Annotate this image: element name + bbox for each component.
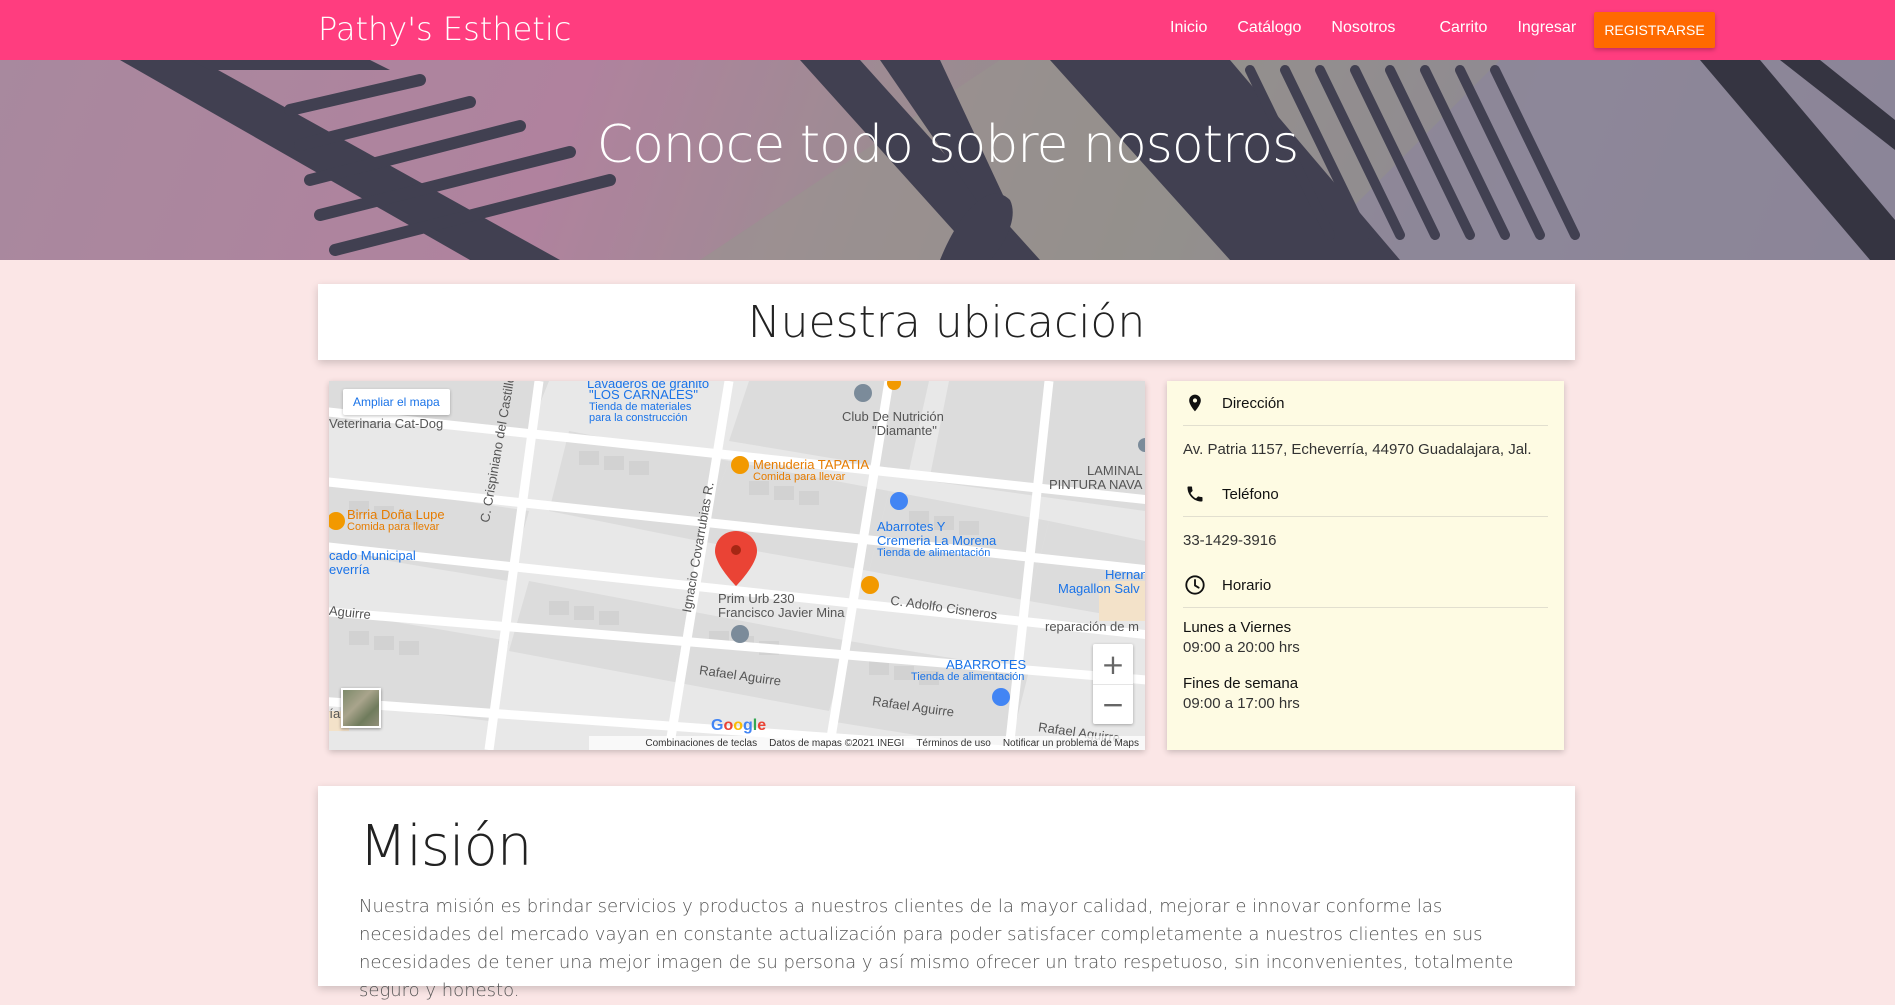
map-zoom-controls: + − [1093, 644, 1133, 724]
address-header: Dirección [1183, 381, 1548, 425]
map-poi-abarrotes-2-sub: Tienda de alimentación [911, 671, 1025, 683]
map-footer: Combinaciones de teclas Datos de mapas ©… [589, 736, 1145, 750]
map-poi-menuderia[interactable]: Menuderia TAPATIA [753, 457, 869, 472]
weekend-hours: 09:00 a 17:00 hrs [1183, 695, 1300, 712]
map-poi-veterinaria[interactable]: Veterinaria Cat-Dog [329, 416, 443, 431]
phone-value[interactable]: 33-1429-3916 [1183, 517, 1548, 563]
map-poi-abarrotes[interactable]: Abarrotes Y [877, 519, 945, 534]
zoom-in-button[interactable]: + [1093, 644, 1133, 684]
phone-icon [1183, 482, 1207, 506]
map-poi-lamina[interactable]: LAMINAL [1087, 463, 1143, 478]
map-poi-lavaderos-2: "LOS CARNALES" [589, 387, 698, 402]
map-footer-shortcuts[interactable]: Combinaciones de teclas [645, 738, 757, 749]
clock-icon [1183, 573, 1207, 597]
nav-link-nosotros[interactable]: Nosotros [1331, 19, 1395, 37]
nav-link-carrito[interactable]: Carrito [1439, 19, 1487, 37]
map-poi-club-2: "Diamante" [872, 423, 937, 438]
address-label: Dirección [1222, 394, 1285, 412]
map-poi-mercado-2: everría [329, 562, 370, 577]
address-value: Av. Patria 1157, Echeverría, 44970 Guada… [1183, 440, 1532, 458]
phone-header: Teléfono [1183, 472, 1548, 516]
map-poi-hernan-2: Magallon Salv [1058, 581, 1140, 596]
navbar: Pathy's Esthetic Inicio Catálogo Nosotro… [0, 0, 1895, 60]
google-logo: Google [711, 717, 767, 734]
location-title: Nuestra ubicación [318, 284, 1575, 360]
location-pin-icon [1183, 391, 1207, 415]
hero-title: Conoce todo sobre nosotros [596, 115, 1299, 175]
mission-text: Nuestra misión es brindar servicios y pr… [359, 896, 1514, 1001]
hero-banner: Conoce todo sobre nosotros [0, 60, 1895, 260]
map-poi-prim[interactable]: Prim Urb 230 [718, 591, 795, 606]
zoom-out-button[interactable]: − [1093, 684, 1133, 724]
nav-link-catalogo[interactable]: Catálogo [1237, 19, 1301, 37]
contact-info-panel: Dirección Av. Patria 1157, Echeverría, 4… [1167, 381, 1564, 750]
enlarge-map-button[interactable]: Ampliar el mapa [343, 389, 450, 415]
nav-link-inicio[interactable]: Inicio [1170, 19, 1207, 37]
weekend-title: Fines de semana [1183, 675, 1299, 692]
hours-header: Horario [1183, 563, 1548, 607]
map-poi-hernan[interactable]: Hernan [1105, 567, 1145, 582]
hours-list: Lunes a Viernes 09:00 a 20:00 hrs Fines … [1183, 618, 1548, 714]
satellite-view-toggle[interactable] [341, 688, 381, 728]
map-poi-prim-2: Francisco Javier Mina [718, 605, 845, 620]
map-poi-lamina-2: PINTURA NAVA [1049, 477, 1143, 492]
map-poi-birria-sub: Comida para llevar [347, 521, 440, 533]
map-poi-menuderia-sub: Comida para llevar [753, 471, 846, 483]
map-poi-club[interactable]: Club De Nutrición [842, 409, 944, 424]
nav-links: Inicio Catálogo Nosotros Carrito Ingresa… [1170, 19, 1606, 37]
hours-label: Horario [1222, 576, 1272, 594]
brand-logo[interactable]: Pathy's Esthetic [318, 10, 571, 48]
map-footer-data: Datos de mapas ©2021 INEGI [769, 737, 905, 749]
map-poi-reparacion[interactable]: reparación de m [1045, 619, 1139, 634]
weekdays-hours: 09:00 a 20:00 hrs [1183, 639, 1300, 656]
register-button[interactable]: REGISTRARSE [1594, 12, 1715, 48]
mission-card: Misión Nuestra misión es brindar servici… [318, 786, 1575, 1001]
map-poi-lavaderos-sub-2: para la construcción [589, 412, 688, 424]
weekdays-title: Lunes a Viernes [1183, 619, 1292, 636]
map-road-ria: ría [329, 706, 341, 721]
map-poi-abarrotes-2: Cremeria La Morena [877, 533, 997, 548]
nav-link-ingresar[interactable]: Ingresar [1517, 19, 1576, 37]
map-poi-abarrotes-2-store[interactable]: ABARROTES [946, 657, 1026, 672]
divider [1183, 607, 1548, 608]
mission-title: Misión [359, 814, 532, 879]
map-footer-terms[interactable]: Términos de uso [916, 738, 990, 749]
map-footer-report[interactable]: Notificar un problema de Maps [1003, 738, 1139, 749]
map-poi-birria[interactable]: Birria Doña Lupe [347, 507, 445, 522]
map-poi-abarrotes-sub: Tienda de alimentación [877, 547, 991, 559]
phone-label: Teléfono [1222, 485, 1279, 503]
map-streets [329, 381, 1145, 750]
map-poi-mercado[interactable]: cado Municipal [329, 548, 416, 563]
embedded-map[interactable]: Ampliar el mapa Veterinaria Cat-Dog Lava… [329, 381, 1145, 750]
